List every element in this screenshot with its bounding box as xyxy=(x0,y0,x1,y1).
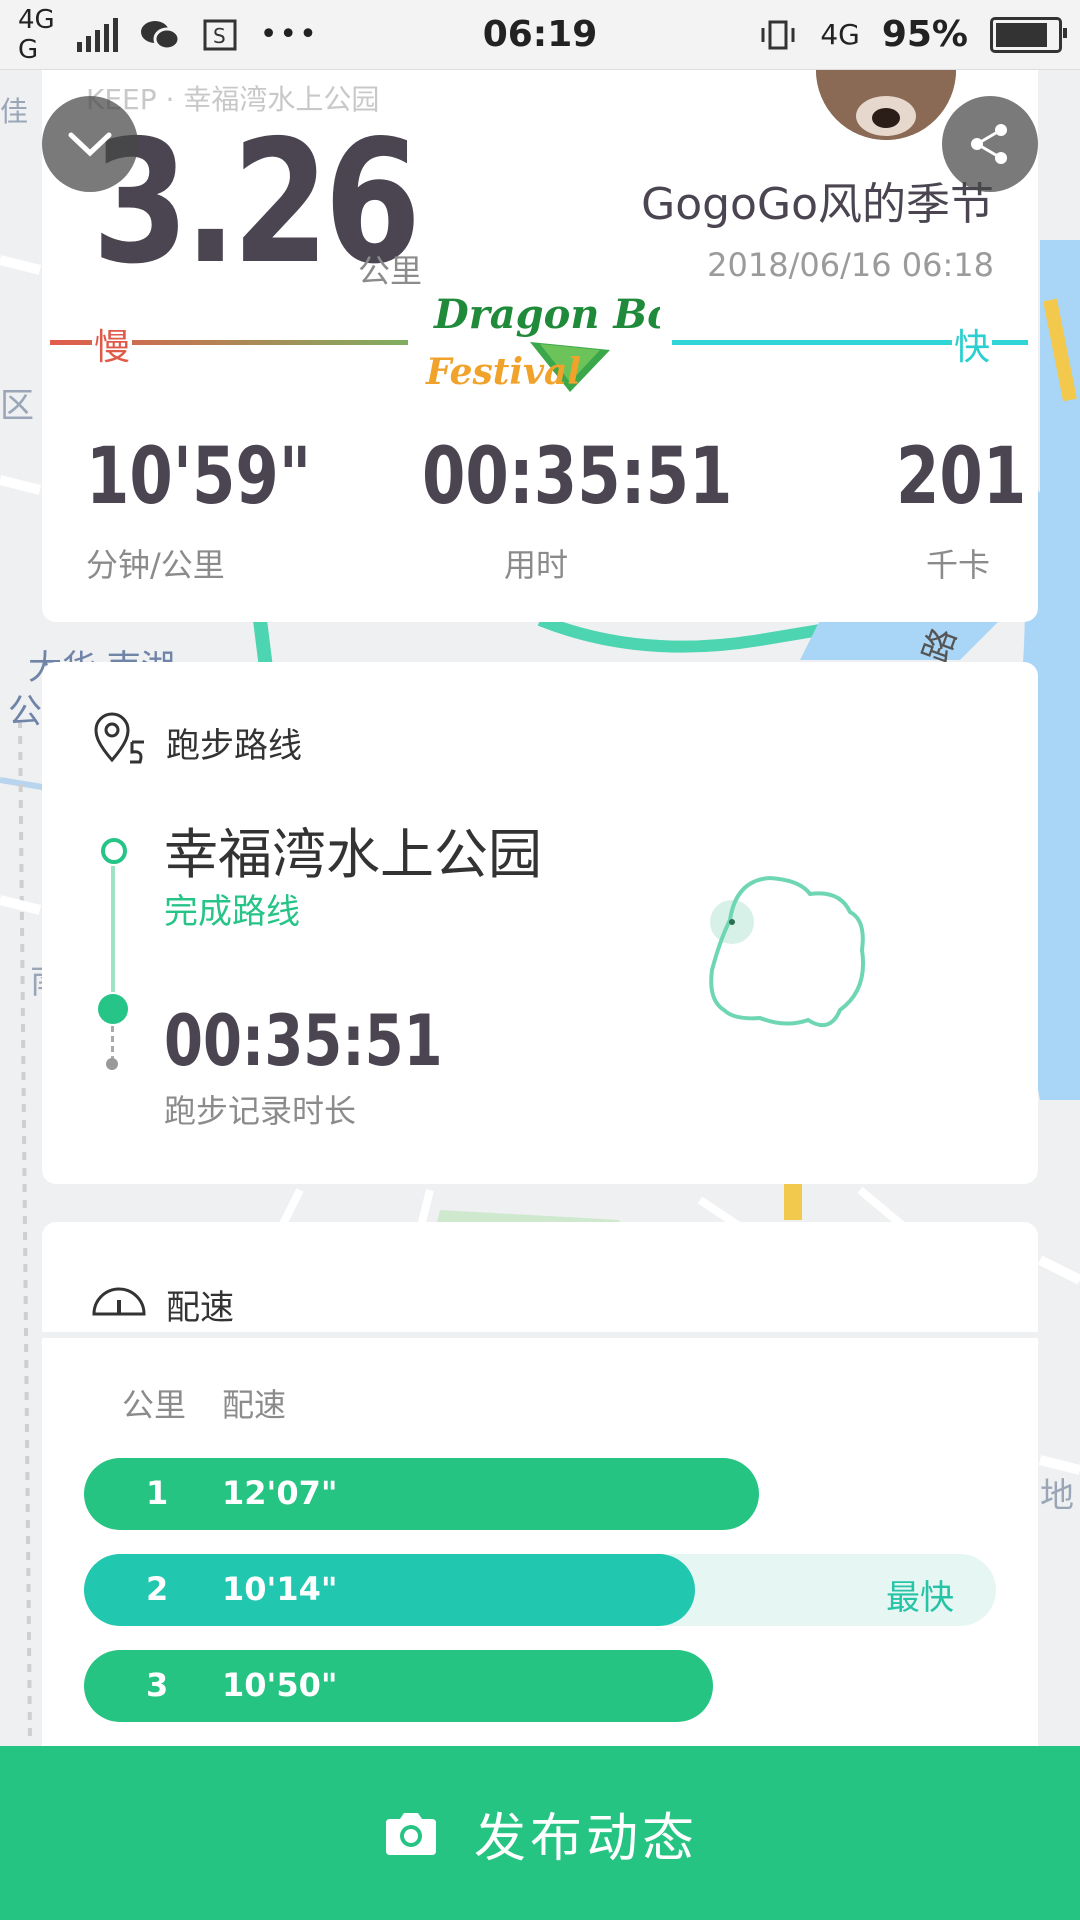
pace-col-pace: 配速 xyxy=(222,1386,287,1424)
run-datetime: 2018/06/16 06:18 xyxy=(707,246,994,284)
signal-icon xyxy=(76,17,118,52)
screenshot-icon: S xyxy=(203,19,237,50)
avg-pace-value: 10'59" xyxy=(86,432,312,522)
pace-title: 配速 xyxy=(166,1288,234,1328)
pace-bar xyxy=(84,1554,695,1626)
pace-km: 3 xyxy=(146,1666,169,1704)
fastest-tag: 最快 xyxy=(886,1578,954,1618)
username[interactable]: GogoGo风的季节 xyxy=(641,168,994,232)
pace-col-km: 公里 xyxy=(122,1386,187,1424)
more-icon: ••• xyxy=(259,17,319,52)
network-type-2: G xyxy=(18,34,39,65)
route-dash xyxy=(111,1026,117,1062)
dragon-boat-festival-badge: Dragon Boat Festival xyxy=(420,284,719,404)
slow-label: 慢 xyxy=(92,318,133,370)
pace-km: 1 xyxy=(146,1474,169,1512)
battery-icon xyxy=(990,16,1067,53)
chevron-down-icon xyxy=(68,132,112,157)
calories-value: 201 xyxy=(896,432,1027,522)
fast-label: 快 xyxy=(952,318,993,370)
duration-value: 00:35:51 xyxy=(422,432,733,522)
route-end-dot xyxy=(98,994,128,1024)
route-map-thumbnail[interactable] xyxy=(690,860,920,1060)
calories-label: 千卡 xyxy=(926,546,991,584)
pace-value: 12'07" xyxy=(222,1474,338,1512)
map-label: 地 xyxy=(1040,1476,1074,1516)
route-status: 完成路线 xyxy=(164,892,300,932)
collapse-button[interactable] xyxy=(42,96,138,192)
map-label: 公 xyxy=(8,692,42,732)
pace-bar xyxy=(84,1650,713,1722)
speedometer-icon xyxy=(92,1287,146,1316)
status-left: 4G G S ••• xyxy=(18,5,319,65)
status-bar: 4G G S ••• 06:19 4G 95% xyxy=(0,0,1080,70)
route-start-dot xyxy=(101,838,127,864)
status-time: 06:19 xyxy=(482,14,598,55)
wechat-icon xyxy=(140,20,180,50)
network-type-right: 4G xyxy=(820,18,860,51)
distance-unit: 公里 xyxy=(358,252,423,290)
share-icon xyxy=(971,124,1007,164)
route-pin-icon xyxy=(94,712,144,764)
pace-value: 10'50" xyxy=(222,1666,338,1704)
status-right: 4G 95% xyxy=(758,14,1067,55)
network-type: 4G xyxy=(18,4,55,35)
festival-line2: Festival xyxy=(425,351,581,393)
map-label: 区 xyxy=(0,386,34,426)
avg-pace-label: 分钟/公里 xyxy=(86,546,225,584)
route-title: 跑步路线 xyxy=(166,726,302,766)
pace-row: 3 10'50" xyxy=(84,1650,996,1722)
pace-bar xyxy=(84,1458,759,1530)
battery-percent: 95% xyxy=(881,14,968,55)
map-label: 佳 xyxy=(0,95,29,128)
network-indicator: 4G G xyxy=(18,5,55,65)
pace-row: 1 12'07" xyxy=(84,1458,996,1530)
pace-km: 2 xyxy=(146,1570,169,1608)
svg-text:S: S xyxy=(213,24,226,48)
pace-value: 10'14" xyxy=(222,1570,338,1608)
publish-label: 发布动态 xyxy=(473,1808,698,1869)
route-connector xyxy=(111,866,115,992)
festival-line1: Dragon Boat xyxy=(433,291,660,338)
share-button[interactable] xyxy=(942,96,1038,192)
vibrate-icon xyxy=(761,20,795,49)
route-dash-end xyxy=(106,1058,118,1070)
camera-icon xyxy=(385,1813,436,1855)
route-place-name: 幸福湾水上公园 xyxy=(164,823,542,886)
pace-row: 2 10'14" 最快 xyxy=(84,1554,996,1626)
duration-label: 用时 xyxy=(504,546,569,584)
route-duration-label: 跑步记录时长 xyxy=(164,1092,357,1130)
route-duration: 00:35:51 xyxy=(164,1000,443,1082)
publish-button[interactable]: 发布动态 xyxy=(0,1746,1080,1920)
